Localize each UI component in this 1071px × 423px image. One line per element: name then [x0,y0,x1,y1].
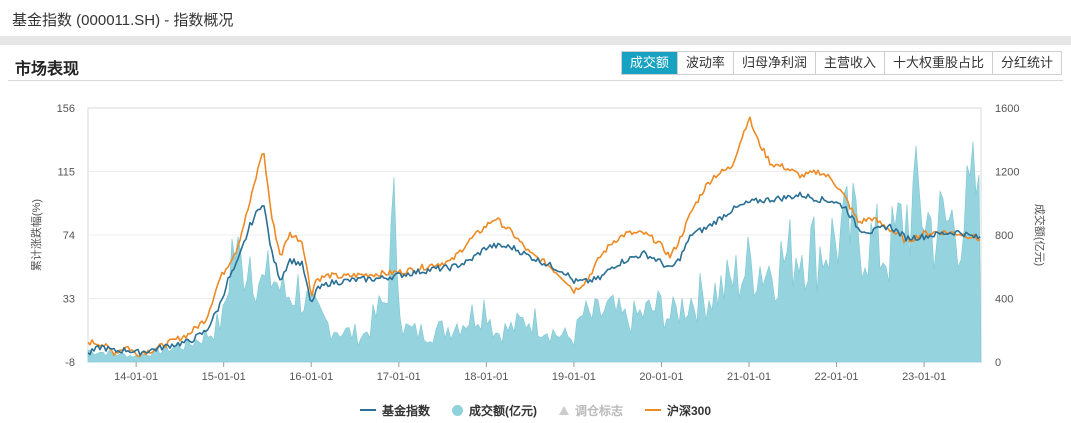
tab-volatility[interactable]: 波动率 [676,52,733,74]
legend-rebalance-marker[interactable]: 调仓标志 [558,402,623,419]
y-right-tick-label: 0 [995,357,1001,369]
legend-label: 成交额(亿元) [468,403,537,418]
y-left-tick-label: 115 [57,167,75,179]
tab-turnover[interactable]: 成交额 [621,52,677,74]
legend-line-icon [645,409,661,411]
legend-turnover[interactable]: 成交额(亿元) [451,402,537,419]
turnover-area [87,141,982,363]
y-left-tick-label: 74 [63,230,75,242]
x-tick-label: 22-01-01 [815,371,859,383]
legend-line-icon [359,409,376,411]
legend-dot-icon [451,404,463,416]
x-tick-label: 16-01-01 [289,371,333,383]
x-tick-label: 15-01-01 [202,371,246,383]
divider-strip [0,36,1071,45]
x-tick-label: 23-01-01 [902,371,946,383]
header-rule [8,80,1063,81]
market-performance-chart: 156 1600 115 1200 74 800 33 400 -8 0 累计涨跌幅(%) 成交额(亿… [29,103,1047,383]
x-tick-label: 14-01-01 [114,371,158,383]
legend-hs300[interactable]: 沪深300 [645,402,711,419]
y-right-tick-label: 400 [995,294,1013,306]
y-left-tick-label: 33 [63,294,75,306]
y-left-tick-label: -8 [65,357,75,369]
legend-triangle-icon [558,405,569,415]
y-left-axis-title: 累计涨跌幅(%) [29,199,43,271]
tab-top10-weight[interactable]: 十大权重股占比 [883,52,992,74]
x-tick-label: 20-01-01 [639,371,683,383]
x-tick-label: 21-01-01 [727,371,771,383]
section-title: 市场表现 [15,61,80,78]
y-right-tick-label: 800 [995,230,1013,242]
tab-net-profit[interactable]: 归母净利润 [732,52,815,74]
tab-dividend[interactable]: 分红统计 [991,52,1061,74]
y-right-tick-label: 1200 [995,167,1019,179]
y-left-tick-label: 156 [57,103,75,115]
legend-label: 沪深300 [667,403,712,418]
tab-main-revenue[interactable]: 主营收入 [814,52,884,74]
page-title: 基金指数 (000011.SH) - 指数概况 [12,12,234,29]
legend-label: 调仓标志 [574,403,623,418]
x-tick-label: 17-01-01 [377,371,421,383]
x-tick-label: 19-01-01 [552,371,596,383]
y-right-axis-title: 成交额(亿元) [1033,204,1047,266]
x-tick-label: 18-01-01 [464,371,508,383]
y-right-tick-label: 1600 [995,103,1019,115]
title-bar: 基金指数 (000011.SH) - 指数概况 [0,0,1071,36]
legend-fund-index[interactable]: 基金指数 [359,402,430,419]
chart-legend: 基金指数 成交额(亿元) 调仓标志 沪深300 [0,400,1071,420]
metric-tabs: 成交额 波动率 归母净利润 主营收入 十大权重股占比 分红统计 [620,51,1062,75]
legend-label: 基金指数 [381,403,430,418]
